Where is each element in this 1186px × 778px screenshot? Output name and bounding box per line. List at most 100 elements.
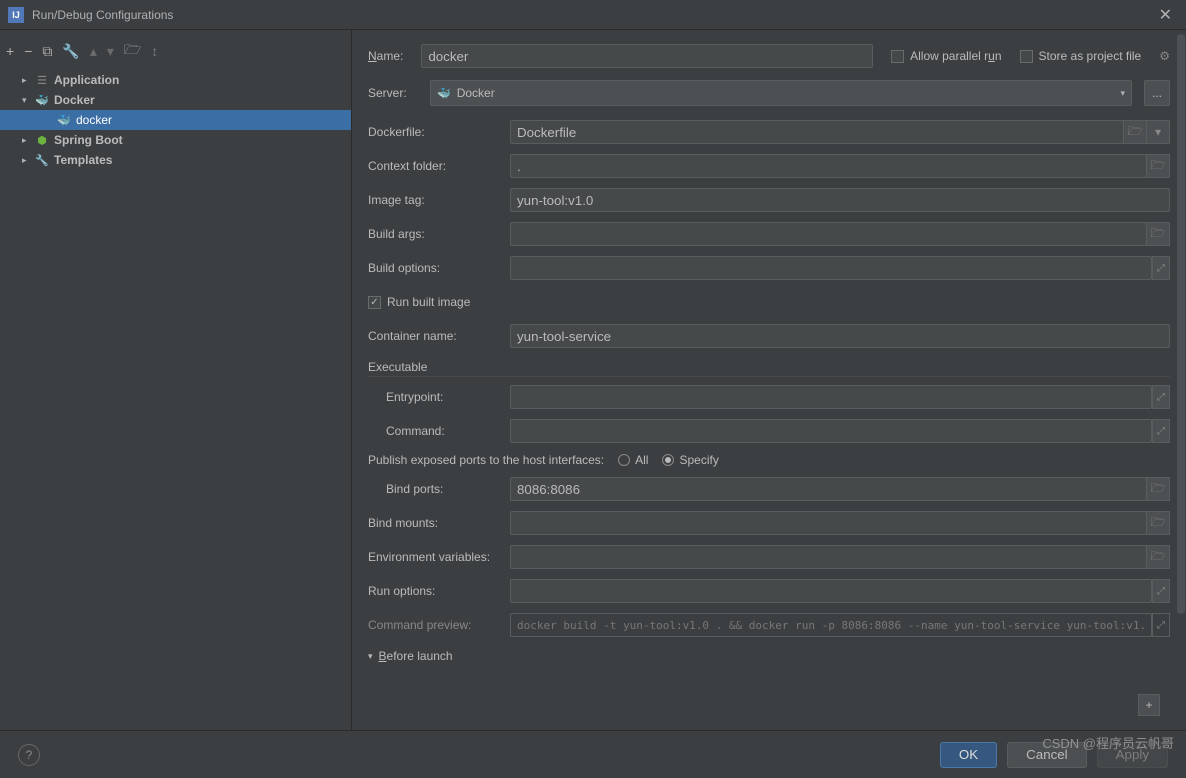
expand-icon[interactable]: ⤢: [1152, 256, 1170, 280]
watermark: CSDN @程序员云帆哥: [1042, 733, 1174, 752]
vertical-scrollbar[interactable]: [1176, 30, 1186, 718]
build-args-input[interactable]: [510, 222, 1147, 246]
build-opts-input[interactable]: [510, 256, 1152, 280]
settings-icon[interactable]: 🔧: [62, 43, 79, 60]
content-panel: Name: Allow parallel run Store as projec…: [352, 30, 1186, 730]
chevron-right-icon: ▸: [22, 155, 34, 166]
wrench-icon: 🔧: [34, 154, 50, 167]
folder-icon[interactable]: 🗁: [124, 39, 141, 63]
folder-icon[interactable]: 🗁: [1146, 154, 1170, 178]
tree-application[interactable]: ▸ ☰ Application: [0, 70, 351, 90]
radio-icon: [618, 454, 630, 466]
publish-label: Publish exposed ports to the host interf…: [368, 453, 604, 467]
tree-label: Docker: [54, 93, 95, 107]
checkbox-icon: [368, 296, 381, 309]
ok-button[interactable]: OK: [940, 742, 997, 768]
tree-label: Spring Boot: [54, 133, 123, 147]
dockerfile-label: Dockerfile:: [368, 125, 510, 139]
close-icon[interactable]: ✕: [1153, 5, 1178, 25]
toolbar: + − ⧉ 🔧 ▴ ▾ 🗁 ↕: [0, 36, 351, 66]
tree-docker-child[interactable]: 🐳 docker: [0, 110, 351, 130]
expand-icon[interactable]: ⤢: [1152, 385, 1170, 409]
image-tag-input[interactable]: [510, 188, 1170, 212]
chevron-right-icon: ▸: [22, 75, 34, 86]
allow-parallel-checkbox[interactable]: Allow parallel run: [891, 49, 1001, 63]
expand-icon[interactable]: ⤢: [1152, 419, 1170, 443]
tree-spring[interactable]: ▸ ⬢ Spring Boot: [0, 130, 351, 150]
publish-all-radio[interactable]: All: [618, 453, 648, 467]
context-label: Context folder:: [368, 159, 510, 173]
server-combo[interactable]: 🐳 Docker ▾: [430, 80, 1132, 106]
scrollbar-thumb[interactable]: [1177, 34, 1185, 614]
app-icon: IJ: [8, 7, 24, 23]
titlebar: IJ Run/Debug Configurations ✕: [0, 0, 1186, 30]
store-project-checkbox[interactable]: Store as project file: [1020, 49, 1142, 63]
server-value: Docker: [457, 86, 1121, 100]
bind-mounts-label: Bind mounts:: [368, 516, 510, 530]
folder-icon[interactable]: 🗁: [1146, 477, 1170, 501]
expand-icon[interactable]: ⤢: [1152, 613, 1170, 637]
chevron-down-icon: ▾: [368, 651, 373, 662]
container-input[interactable]: [510, 324, 1170, 348]
spring-icon: ⬢: [34, 134, 50, 147]
build-args-label: Build args:: [368, 227, 510, 241]
run-opts-label: Run options:: [368, 584, 510, 598]
bind-ports-label: Bind ports:: [368, 482, 510, 496]
tree-label: Application: [54, 73, 119, 87]
bind-mounts-input[interactable]: [510, 511, 1147, 535]
add-icon[interactable]: +: [6, 43, 14, 59]
remove-icon[interactable]: −: [24, 43, 32, 59]
folder-icon[interactable]: 🗁: [1146, 511, 1170, 535]
command-label: Command:: [368, 424, 510, 438]
docker-icon: 🐳: [56, 114, 72, 127]
checkbox-icon: [1020, 50, 1033, 63]
docker-icon: 🐳: [34, 94, 50, 107]
cmd-preview-label: Command preview:: [368, 618, 510, 632]
context-input[interactable]: [510, 154, 1147, 178]
entrypoint-label: Entrypoint:: [368, 390, 510, 404]
chevron-right-icon: ▸: [22, 135, 34, 146]
down-icon[interactable]: ▾: [107, 43, 114, 60]
chevron-down-icon: ▾: [1120, 88, 1125, 99]
gear-icon[interactable]: ⚙: [1159, 49, 1170, 63]
before-launch-section[interactable]: ▾ Before launch: [368, 649, 1170, 663]
dialog-title: Run/Debug Configurations: [32, 8, 1153, 22]
bind-ports-input[interactable]: [510, 477, 1147, 501]
run-built-checkbox[interactable]: Run built image: [368, 295, 470, 309]
folder-icon[interactable]: 🗁: [1123, 120, 1147, 144]
server-label: Server:: [368, 86, 418, 100]
radio-icon: [662, 454, 674, 466]
server-more-button[interactable]: ...: [1144, 80, 1170, 106]
checkbox-icon: [891, 50, 904, 63]
name-input[interactable]: [421, 44, 873, 68]
folder-icon[interactable]: 🗁: [1146, 545, 1170, 569]
footer: ? OK Cancel Apply: [0, 730, 1186, 778]
executable-header: Executable: [368, 360, 1170, 377]
expand-icon[interactable]: ⤢: [1152, 579, 1170, 603]
publish-specify-radio[interactable]: Specify: [662, 453, 718, 467]
run-opts-input[interactable]: [510, 579, 1152, 603]
dockerfile-input[interactable]: [510, 120, 1124, 144]
chevron-down-icon[interactable]: ▾: [1146, 120, 1170, 144]
add-before-launch-button[interactable]: +: [1138, 694, 1160, 716]
docker-icon: 🐳: [437, 87, 451, 100]
command-input[interactable]: [510, 419, 1152, 443]
sidebar: + − ⧉ 🔧 ▴ ▾ 🗁 ↕ ▸ ☰ Application ▾ 🐳 Dock…: [0, 30, 352, 730]
folder-icon[interactable]: 🗁: [1146, 222, 1170, 246]
help-button[interactable]: ?: [18, 744, 40, 766]
chevron-down-icon: ▾: [22, 95, 34, 106]
tree-docker[interactable]: ▾ 🐳 Docker: [0, 90, 351, 110]
up-icon[interactable]: ▴: [90, 43, 97, 60]
env-label: Environment variables:: [368, 550, 510, 564]
sort-icon[interactable]: ↕: [151, 43, 158, 59]
env-input[interactable]: [510, 545, 1147, 569]
main-area: + − ⧉ 🔧 ▴ ▾ 🗁 ↕ ▸ ☰ Application ▾ 🐳 Dock…: [0, 30, 1186, 730]
tree-label: docker: [76, 113, 112, 127]
tree-templates[interactable]: ▸ 🔧 Templates: [0, 150, 351, 170]
entrypoint-input[interactable]: [510, 385, 1152, 409]
application-icon: ☰: [34, 74, 50, 87]
copy-icon[interactable]: ⧉: [42, 43, 52, 60]
container-label: Container name:: [368, 329, 510, 343]
image-tag-label: Image tag:: [368, 193, 510, 207]
cmd-preview-field: [510, 613, 1152, 637]
